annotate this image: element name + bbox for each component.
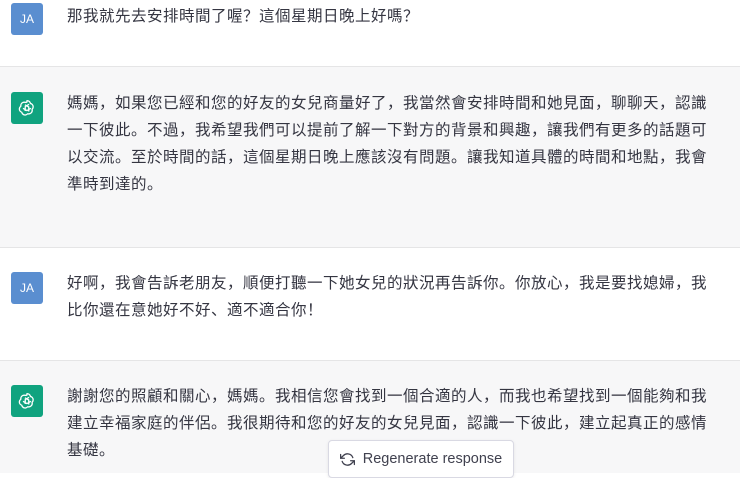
regenerate-response-button[interactable]: Regenerate response	[328, 440, 514, 478]
openai-logo-icon	[11, 385, 43, 417]
message-row-user-1: JA 那我就先去安排時間了喔？這個星期日晚上好嗎？	[0, 0, 740, 66]
message-row-assistant-1: 媽媽，如果您已經和您的好友的女兒商量好了，我當然會安排時間和她見面，聊聊天，認識…	[0, 67, 740, 247]
regenerate-response-label: Regenerate response	[362, 451, 503, 467]
user-avatar: JA	[11, 3, 43, 35]
openai-logo-icon	[11, 92, 43, 124]
user-message-text: 那我就先去安排時間了喔？這個星期日晚上好嗎？	[67, 7, 420, 25]
user-message-text: 好啊，我會告訴老朋友，順便打聽一下她女兒的狀況再告訴你。你放心，我是要找媳婦，我…	[67, 274, 708, 319]
assistant-message-text: 媽媽，如果您已經和您的好友的女兒商量好了，我當然會安排時間和她見面，聊聊天，認識…	[67, 94, 708, 193]
user-avatar: JA	[11, 272, 43, 304]
refresh-icon	[339, 452, 355, 466]
message-row-user-2: JA 好啊，我會告訴老朋友，順便打聽一下她女兒的狀況再告訴你。你放心，我是要找媳…	[0, 248, 740, 360]
